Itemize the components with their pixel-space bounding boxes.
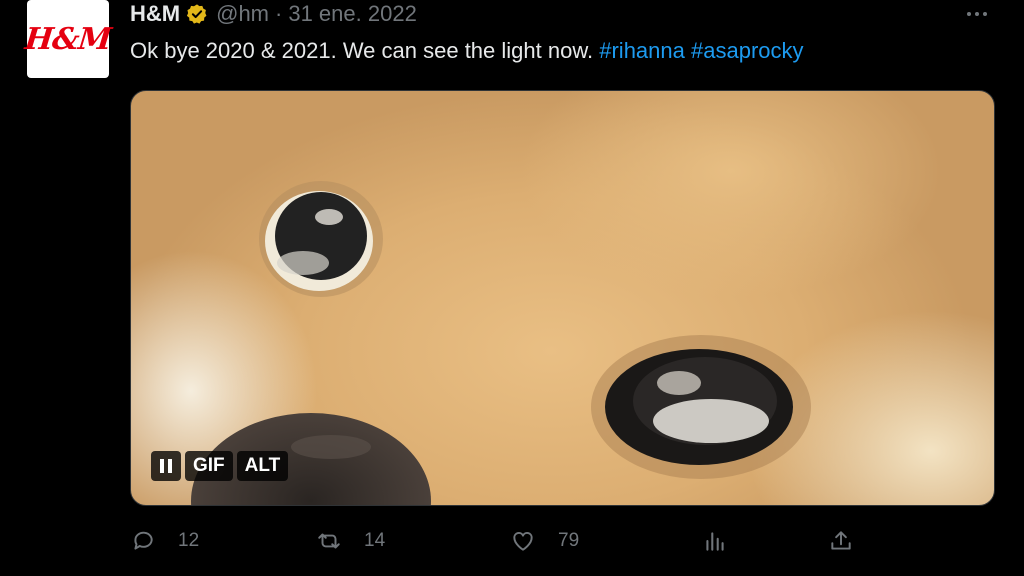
share-icon: [831, 531, 851, 550]
retweet-count: 14: [364, 530, 386, 551]
avatar[interactable]: H&M: [23, 0, 113, 78]
reply-icon: [134, 531, 153, 550]
pause-icon[interactable]: [151, 451, 181, 481]
verified-badge-icon[interactable]: [186, 3, 208, 25]
reply-count: 12: [178, 530, 200, 551]
author-handle[interactable]: @hm: [216, 1, 269, 27]
hashtag-asaprocky[interactable]: #asaprocky: [691, 38, 804, 63]
media-controls: GIF ALT: [151, 451, 289, 481]
alt-button[interactable]: ALT: [236, 451, 289, 481]
share-button[interactable]: [828, 528, 854, 554]
views-icon: [706, 532, 724, 551]
gif-badge: GIF: [185, 451, 233, 481]
author-name[interactable]: H&M: [130, 1, 180, 27]
hm-logo: H&M: [23, 21, 113, 57]
tweet-date[interactable]: 31 ene. 2022: [288, 1, 416, 27]
like-button[interactable]: 79: [510, 528, 579, 554]
tweet-header: H&M @hm · 31 ene. 2022: [130, 0, 417, 28]
retweet-button[interactable]: 14: [316, 528, 385, 554]
dog-image: [191, 181, 811, 505]
separator-dot: ·: [275, 1, 283, 26]
tweet-actions: 12 14 79: [130, 528, 870, 564]
like-count: 79: [558, 530, 580, 551]
reply-button[interactable]: 12: [130, 528, 199, 554]
hashtag-rihanna[interactable]: #rihanna: [599, 38, 685, 63]
tweet-body: Ok bye 2020 & 2021. We can see the light…: [130, 38, 594, 63]
retweet-icon: [318, 533, 340, 549]
more-options-icon[interactable]: [963, 6, 991, 22]
views-button[interactable]: [702, 528, 728, 554]
gif-media[interactable]: GIF ALT: [130, 90, 995, 506]
tweet-text: Ok bye 2020 & 2021. We can see the light…: [130, 38, 804, 64]
heart-icon: [513, 532, 533, 551]
